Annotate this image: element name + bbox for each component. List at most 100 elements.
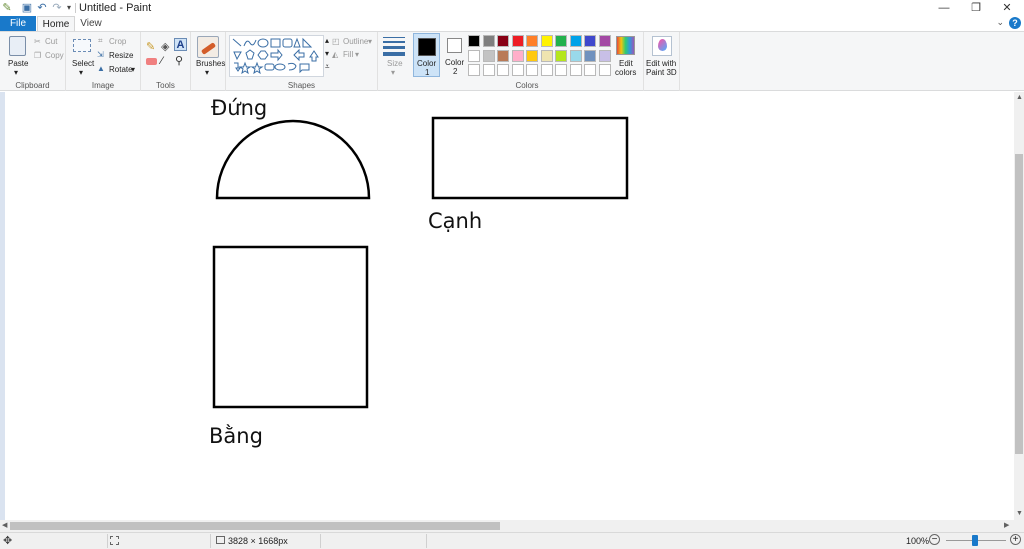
minimize-button[interactable]: — [930,0,958,16]
palette-swatch[interactable] [511,35,524,47]
scroll-up-arrow-icon[interactable]: ▲ [1016,94,1023,102]
custom-color-slot[interactable] [482,64,495,76]
color1-button[interactable]: Color 1 [413,33,440,77]
copy-icon[interactable]: ❐ [34,51,41,60]
cut-icon[interactable]: ✂ [34,37,41,46]
custom-color-slot[interactable] [511,64,524,76]
crop-icon[interactable]: ⌗ [98,36,103,46]
zoom-in-icon[interactable]: + [1010,534,1021,545]
shapes-scroll-down-icon[interactable]: ▾ [325,49,329,58]
brushes-icon[interactable] [197,36,219,58]
palette-swatch[interactable] [497,35,509,47]
palette-swatch[interactable] [526,35,538,47]
custom-color-slot[interactable] [497,64,509,76]
edit-paint3d-label-line1[interactable]: Edit with [646,59,676,68]
horizontal-scroll-thumb[interactable] [10,522,500,530]
undo-icon[interactable]: ↶ [35,1,49,15]
rotate-dropdown-icon[interactable]: ▾ [131,65,135,74]
outline-icon[interactable]: ◰ [332,37,340,46]
shapes-gallery[interactable] [229,35,324,77]
minimize-ribbon-icon[interactable]: ⌄ [996,17,1004,28]
palette-swatch[interactable] [540,49,553,62]
customize-quick-access-icon[interactable]: ▾ [62,1,76,15]
color-picker-icon[interactable]: ⁄ [161,55,163,67]
rotate-icon[interactable]: ▲ [97,64,105,73]
scroll-down-arrow-icon[interactable]: ▼ [1016,510,1023,518]
outline-button[interactable]: Outline [343,37,368,46]
pencil-icon[interactable]: ✎ [146,40,155,53]
palette-swatch[interactable] [526,49,538,62]
palette-swatch[interactable] [598,49,611,62]
scroll-right-arrow-icon[interactable]: ▶ [1004,522,1009,530]
brushes-button[interactable]: Brushes [196,59,225,68]
palette-swatch[interactable] [497,49,509,62]
palette-swatch[interactable] [482,35,495,47]
size-dropdown-icon[interactable]: ▾ [391,68,395,77]
fill-button[interactable]: Fill [343,50,353,59]
palette-swatch[interactable] [555,49,567,62]
palette-swatch[interactable] [569,35,582,47]
palette-swatch[interactable] [468,35,480,47]
palette-swatch[interactable] [598,35,611,47]
custom-color-slot[interactable] [598,64,611,76]
tab-file[interactable]: File [0,16,36,31]
palette-swatch[interactable] [511,49,524,62]
custom-color-slot[interactable] [540,64,553,76]
zoom-out-icon[interactable]: − [929,534,940,545]
resize-button[interactable]: Resize [109,51,133,60]
close-button[interactable]: ✕ [993,0,1021,16]
palette-swatch[interactable] [584,35,596,47]
tab-home[interactable]: Home [37,16,75,31]
palette-swatch[interactable] [555,35,567,47]
outline-dropdown-icon[interactable]: ▾ [368,37,372,46]
text-tool-icon[interactable]: A [174,38,187,51]
select-button[interactable]: Select [72,59,94,68]
tab-view[interactable]: View [76,16,106,31]
paste-button[interactable]: Paste [8,59,28,68]
vertical-scroll-thumb[interactable] [1015,154,1023,454]
palette-swatch[interactable] [569,49,582,62]
paste-icon[interactable] [9,36,26,56]
paste-dropdown-icon[interactable]: ▾ [14,68,18,77]
restore-button[interactable]: ❐ [962,0,990,16]
help-icon[interactable]: ? [1009,17,1021,29]
vertical-scrollbar[interactable]: ▲ ▼ [1014,92,1024,520]
drawing-canvas[interactable]: Đứng Cạnh Bằng [5,92,1014,520]
edit-colors-icon[interactable] [616,36,635,55]
scroll-left-arrow-icon[interactable]: ◀ [2,522,7,530]
fill-icon[interactable]: ◭ [332,50,338,59]
copy-button[interactable]: Copy [45,51,64,60]
custom-color-slot[interactable] [584,64,596,76]
custom-color-slot[interactable] [555,64,567,76]
cut-button[interactable]: Cut [45,37,57,46]
brushes-dropdown-icon[interactable]: ▾ [205,68,209,77]
magnifier-icon[interactable]: ⚲ [175,54,183,67]
zoom-slider-thumb[interactable] [972,535,978,546]
custom-color-slot[interactable] [569,64,582,76]
palette-swatch[interactable] [482,49,495,62]
size-icon[interactable] [383,37,405,56]
shapes-more-icon[interactable]: ⩡ [325,62,330,72]
resize-icon[interactable]: ⇲ [97,50,104,59]
horizontal-scrollbar[interactable]: ◀ ▶ [0,520,1014,532]
custom-color-slot[interactable] [468,64,480,76]
edit-colors-label-line2[interactable]: colors [615,68,636,77]
edit-paint3d-label-line2[interactable]: Paint 3D [646,68,677,77]
crop-button[interactable]: Crop [109,37,126,46]
fill-dropdown-icon[interactable]: ▾ [355,50,359,59]
shapes-scroll-up-icon[interactable]: ▴ [325,36,329,45]
select-dropdown-icon[interactable]: ▾ [79,68,83,77]
save-icon[interactable]: ▣ [20,1,34,15]
palette-swatch[interactable] [468,49,480,62]
size-button[interactable]: Size [387,59,403,68]
palette-swatch[interactable] [584,49,596,62]
eraser-icon[interactable] [146,58,157,65]
palette-swatch[interactable] [540,35,553,47]
select-icon[interactable] [73,39,91,52]
fill-bucket-icon[interactable]: ◈ [161,40,169,53]
paint3d-icon[interactable] [652,36,672,56]
rotate-button[interactable]: Rotate [109,65,133,74]
edit-colors-label-line1[interactable]: Edit [619,59,633,68]
color2-button[interactable]: Color 2 [442,33,469,77]
custom-color-slot[interactable] [526,64,538,76]
